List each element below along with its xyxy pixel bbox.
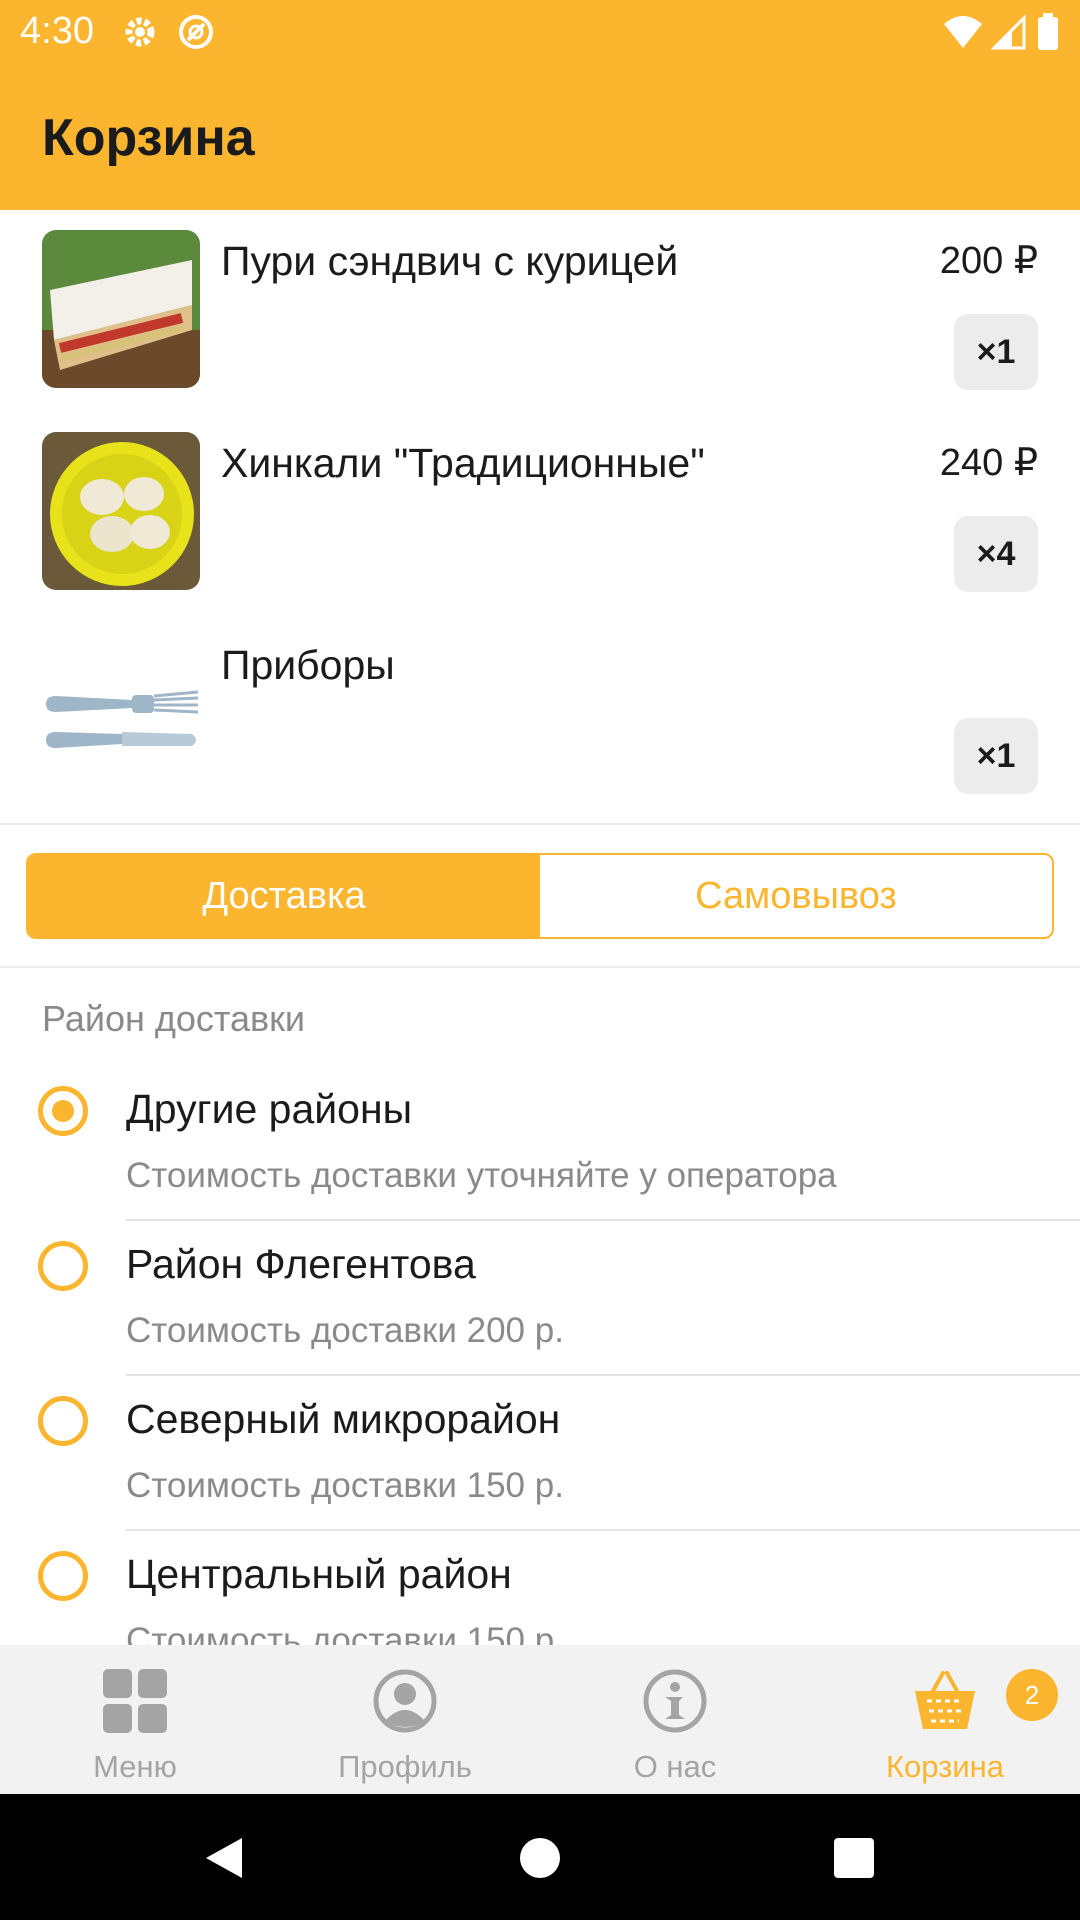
district-subtitle: Стоимость доставки уточняйте у оператора	[126, 1156, 837, 1195]
district-subtitle: Стоимость доставки 200 р.	[126, 1311, 564, 1350]
settings-icon	[125, 17, 155, 47]
district-title: Центральный район	[126, 1551, 512, 1597]
product-image-khinkali	[42, 432, 200, 590]
product-image-sandwich	[42, 230, 200, 388]
battery-icon	[1038, 13, 1058, 50]
home-icon[interactable]	[516, 1834, 564, 1882]
delivery-tab[interactable]: Доставка	[28, 855, 540, 937]
nav-label: О нас	[633, 1749, 717, 1784]
nav-label: Корзина	[885, 1749, 1005, 1784]
nav-about[interactable]: О нас	[540, 1645, 810, 1794]
district-title: Район Флегентова	[126, 1241, 476, 1287]
divider	[126, 1219, 1080, 1221]
profile-icon	[373, 1669, 437, 1733]
district-option[interactable]: Северный микрорайон Стоимость доставки 1…	[0, 1386, 1080, 1541]
quantity-button[interactable]: ×1	[954, 718, 1038, 794]
status-time: 4:30	[20, 10, 94, 52]
back-icon[interactable]	[200, 1834, 248, 1882]
wifi-icon	[944, 16, 982, 48]
delivery-mode-toggle: Доставка Самовывоз	[26, 853, 1054, 939]
page-title: Корзина	[42, 109, 255, 167]
section-label: Район доставки	[42, 998, 305, 1039]
recents-icon[interactable]	[830, 1834, 878, 1882]
cart-item-cutlery[interactable]: Приборы ×1	[0, 614, 1080, 814]
nav-label: Меню	[93, 1749, 177, 1784]
district-title: Северный микрорайон	[126, 1396, 561, 1442]
nav-menu[interactable]: Меню	[0, 1645, 270, 1794]
district-title: Другие районы	[126, 1086, 413, 1132]
quantity-button[interactable]: ×4	[954, 516, 1038, 592]
radio-button[interactable]	[38, 1241, 88, 1291]
system-navigation-bar	[0, 1794, 1080, 1920]
divider	[0, 966, 1080, 968]
radio-button-checked[interactable]	[38, 1086, 88, 1136]
radio-button[interactable]	[38, 1396, 88, 1446]
cart-item-price: 240 ₽	[939, 442, 1038, 484]
status-bar: 4:30	[0, 0, 1080, 64]
divider	[126, 1374, 1080, 1376]
app-bar: Корзина	[0, 64, 1080, 210]
basket-icon	[915, 1671, 975, 1729]
radio-button[interactable]	[38, 1551, 88, 1601]
info-icon	[643, 1669, 707, 1733]
divider	[0, 823, 1080, 825]
cart-item-name: Хинкали "Традиционные"	[221, 440, 705, 486]
cart-item-price: 200 ₽	[939, 240, 1038, 282]
district-option[interactable]: Район Флегентова Стоимость доставки 200 …	[0, 1231, 1080, 1386]
signal-icon	[990, 14, 1026, 50]
sync-icon	[179, 15, 213, 49]
quantity-button[interactable]: ×1	[954, 314, 1038, 390]
divider	[126, 1529, 1080, 1531]
cart-count-badge: 2	[1006, 1669, 1058, 1721]
cart-item-name: Приборы	[221, 642, 395, 688]
grid-icon	[103, 1669, 167, 1733]
nav-profile[interactable]: Профиль	[270, 1645, 540, 1794]
cart-item-name: Пури сэндвич с курицей	[221, 238, 679, 284]
cart-item-sandwich[interactable]: Пури сэндвич с курицей 200 ₽ ×1	[0, 210, 1080, 410]
nav-label: Профиль	[338, 1749, 472, 1784]
district-subtitle: Стоимость доставки 150 р.	[126, 1466, 564, 1505]
district-option[interactable]: Другие районы Стоимость доставки уточняй…	[0, 1076, 1080, 1231]
pickup-tab[interactable]: Самовывоз	[540, 855, 1052, 937]
bottom-navigation: Меню Профиль О нас Корзина	[0, 1645, 1080, 1794]
cart-item-khinkali[interactable]: Хинкали "Традиционные" 240 ₽ ×4	[0, 412, 1080, 612]
cutlery-icon	[42, 634, 200, 792]
